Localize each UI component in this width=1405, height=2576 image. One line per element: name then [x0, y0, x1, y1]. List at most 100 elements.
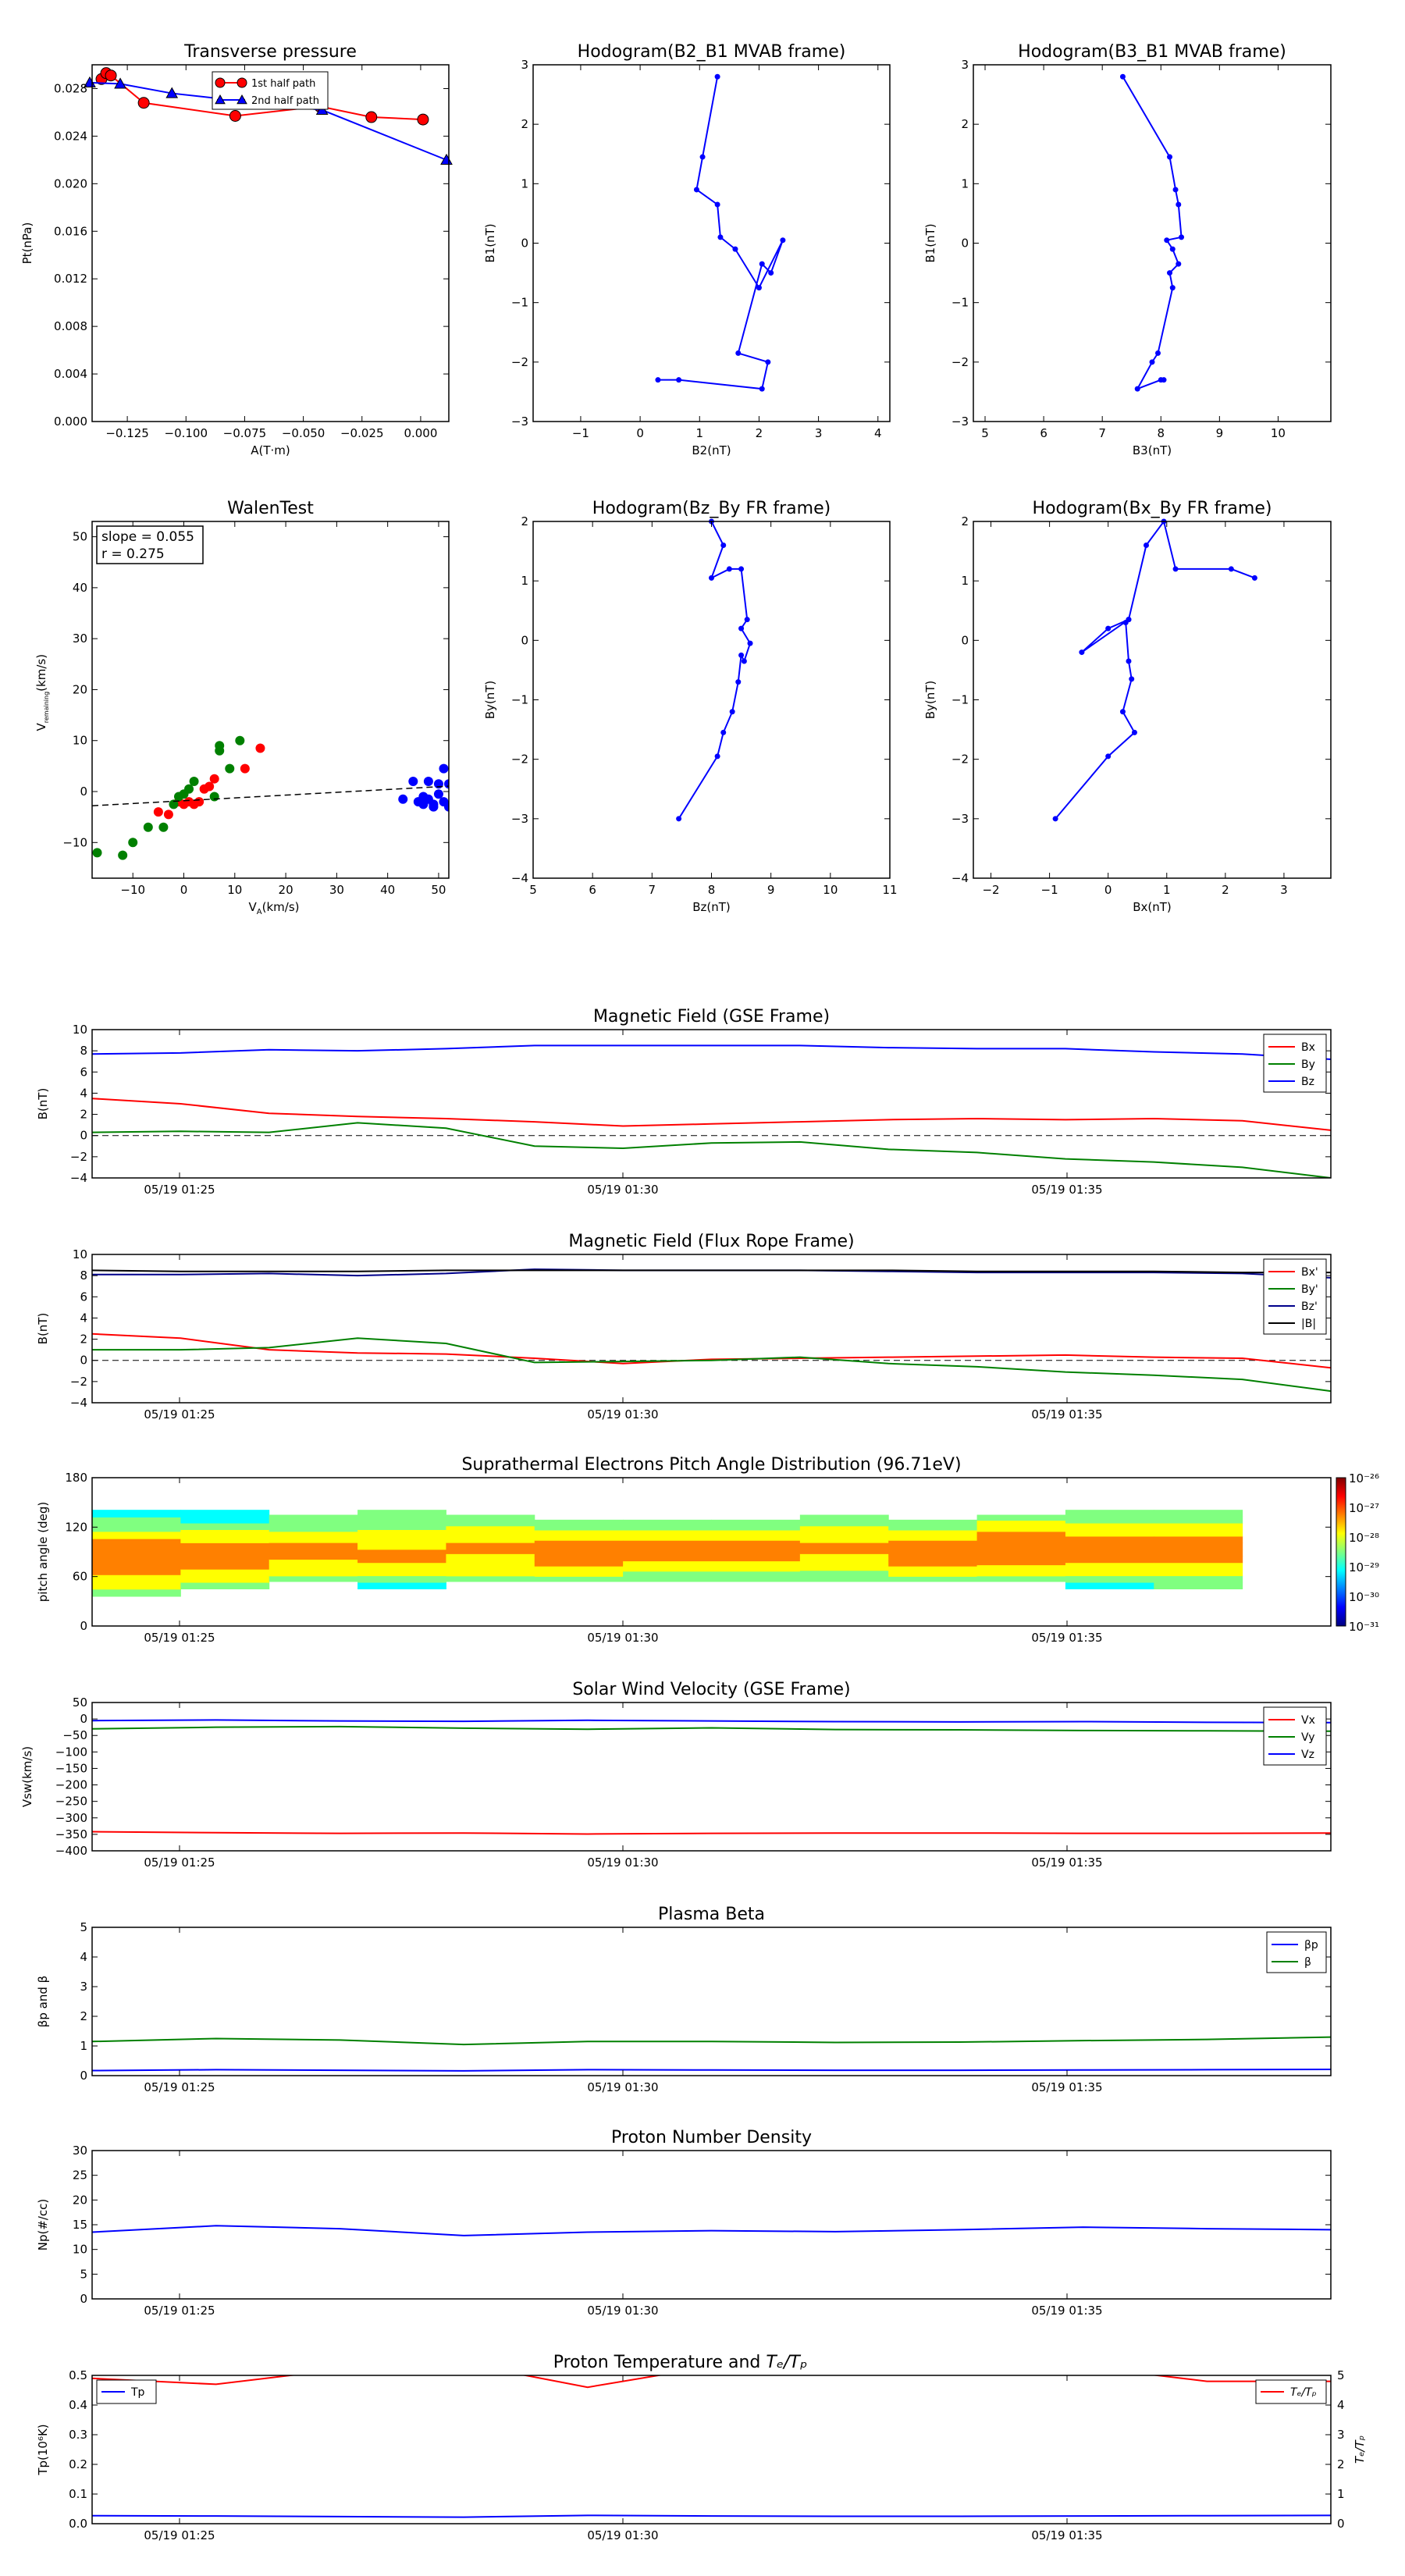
heatmap-cell — [976, 1537, 1066, 1543]
x-tick-label: 05/19 01:25 — [144, 2304, 215, 2318]
chart-title: Proton Number Density — [611, 2128, 812, 2147]
heatmap-cell — [92, 1531, 181, 1539]
plot-area — [92, 2225, 1331, 2236]
x-tick-label: −0.075 — [223, 426, 267, 440]
data-point — [1172, 566, 1179, 572]
y-tick-label: −2 — [951, 355, 969, 369]
y-axis-label: B(nT) — [36, 1088, 50, 1120]
heatmap-cell — [269, 1531, 358, 1538]
y-tick-label: 20 — [73, 682, 87, 696]
x-tick-label: 05/19 01:35 — [1031, 2528, 1102, 2542]
data-point — [1167, 270, 1173, 276]
heatmap-cell — [1154, 1556, 1243, 1564]
heatmap-cell — [799, 1542, 889, 1549]
heatmap-cell — [92, 1574, 181, 1583]
y-tick-label: 0.2 — [69, 2457, 87, 2471]
data-point — [215, 77, 226, 88]
chart-magFR: Magnetic Field (Flux Rope Frame) −4 −2 0 2 4 6… — [36, 1232, 1332, 1421]
heatmap-cell — [92, 1589, 181, 1597]
y-tick-label: 50 — [73, 1695, 87, 1710]
heatmap-cell — [623, 1545, 712, 1551]
heatmap-cell — [799, 1514, 889, 1521]
hodogram-line — [678, 521, 752, 820]
data-point — [1176, 261, 1182, 267]
chart-beta: Plasma Beta 0 1 2 3 4 5 05/19 01:25 05/19 01:30 0… — [36, 1905, 1332, 2094]
x-tick-label: 9 — [1216, 426, 1224, 440]
x-axis-label: A(T·m) — [251, 443, 290, 457]
y-tick-label: 0.020 — [54, 176, 87, 190]
y-axis-label: B1(nT) — [483, 223, 497, 262]
data-point — [163, 809, 173, 820]
data-point — [158, 822, 169, 832]
y-tick-label: 0 — [80, 1129, 87, 1143]
y-tick-label: −3 — [951, 812, 969, 826]
heatmap-cell — [357, 1562, 446, 1570]
legend-label: Tₑ/Tₚ — [1290, 2386, 1317, 2399]
x-tick-label: 05/19 01:25 — [144, 2528, 215, 2542]
x-tick-label: −0.125 — [105, 426, 149, 440]
x-axis-label: VA(km/s) — [249, 900, 300, 916]
plot-frame — [91, 1702, 1332, 1852]
heatmap-cell — [446, 1575, 535, 1582]
y-tick-label: −2 — [70, 1375, 87, 1389]
x-tick-label: 7 — [1098, 426, 1106, 440]
y-tick-label: 1 — [521, 574, 528, 588]
data-point — [189, 776, 199, 786]
chart-transverse-pressure: Transverse pressure 0.000 0.004 0.008 0.012 0… — [20, 42, 453, 457]
heatmap-cell — [1154, 1549, 1243, 1557]
y-tick-label: 0.024 — [54, 129, 87, 143]
heatmap-cell — [446, 1564, 535, 1571]
x-tick-label: 4 — [874, 426, 882, 440]
series-line — [92, 1337, 1331, 1393]
heatmap-cell — [711, 1560, 801, 1567]
y-tick-label: 0.028 — [54, 81, 87, 95]
x-tick-label: 05/19 01:30 — [587, 2528, 658, 2542]
data-point — [1134, 386, 1140, 392]
data-point — [1131, 729, 1137, 735]
heatmap-cell — [1154, 1542, 1243, 1550]
chart-pitch-angle: Suprathermal Electrons Pitch Angle Distr… — [36, 1455, 1379, 1645]
chart-title: Transverse pressure — [183, 42, 357, 62]
chart-title: Plasma Beta — [658, 1905, 765, 1924]
y-tick-label: 120 — [65, 1520, 87, 1534]
y-tick-label: 30 — [73, 2144, 87, 2158]
heatmap-cell — [799, 1570, 889, 1577]
data-point — [365, 111, 378, 123]
y2-tick-label: 0 — [1337, 2517, 1345, 2531]
walen-plot-area — [92, 735, 449, 860]
heatmap-cell — [976, 1548, 1066, 1554]
data-point — [729, 709, 735, 715]
y-tick-label: 5 — [80, 2267, 87, 2281]
chart-vsw: Solar Wind Velocity (GSE Frame) −400 −350 −… — [20, 1680, 1332, 1870]
series-line — [92, 2036, 1331, 2046]
data-point — [693, 187, 699, 193]
y-tick-label: 0.000 — [54, 415, 87, 429]
data-point — [1126, 658, 1132, 664]
x-tick-label: 0.000 — [404, 426, 437, 440]
colorbar — [1336, 1477, 1346, 1627]
y-tick-label: 0 — [80, 785, 87, 799]
heatmap-cell — [623, 1535, 712, 1541]
plot-area — [92, 2036, 1331, 2072]
x-tick-label: 10 — [1271, 426, 1286, 440]
data-point — [215, 741, 225, 751]
series-line — [92, 1269, 1331, 1274]
heatmap-cell — [623, 1560, 712, 1567]
y2-tick-label: 3 — [1337, 2428, 1345, 2442]
series-line — [92, 1044, 1331, 1060]
legend-label: By' — [1301, 1283, 1318, 1296]
series-line — [92, 2514, 1331, 2518]
data-point — [184, 784, 194, 794]
colorbar-label: 10⁻³¹ — [1349, 1620, 1379, 1634]
series-line — [92, 1831, 1331, 1835]
legend-box — [1266, 1931, 1327, 1973]
data-point — [1052, 816, 1058, 822]
x-tick-label: 2 — [1222, 883, 1229, 897]
legend-label: 2nd half path — [251, 95, 319, 107]
y-tick-label: 10 — [73, 734, 87, 748]
x-tick-label: 05/19 01:30 — [587, 2304, 658, 2318]
y-tick-label: 2 — [961, 117, 969, 131]
heatmap-cell — [534, 1535, 624, 1541]
data-point — [255, 743, 265, 753]
heatmap-cell — [799, 1537, 889, 1543]
